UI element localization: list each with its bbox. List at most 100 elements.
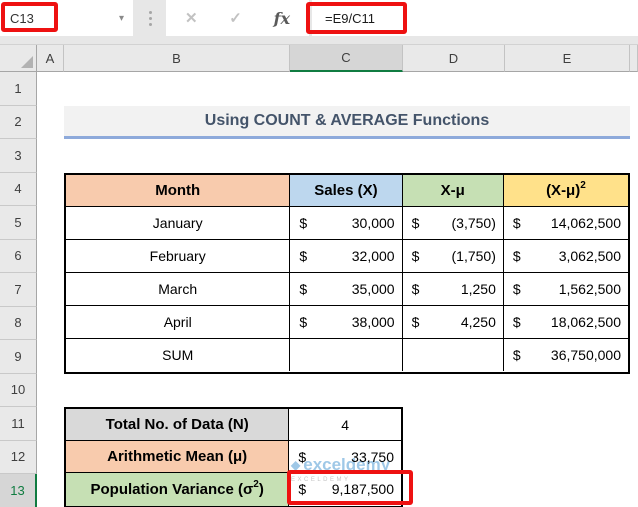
cell-value: 3,062,500 — [559, 248, 621, 264]
currency-symbol: $ — [298, 449, 306, 465]
cell-label: Arithmetic Mean (μ) — [107, 448, 247, 465]
row-header-12[interactable]: 12 — [0, 441, 37, 475]
cell-d6[interactable]: $(1,750) — [403, 240, 504, 273]
row-header-8[interactable]: 8 — [0, 307, 37, 341]
handle-dot — [149, 11, 152, 14]
column-header-d[interactable]: D — [403, 45, 505, 72]
cell-value: 32,000 — [352, 248, 395, 264]
cell-d5[interactable]: $ (3,750) — [403, 207, 504, 240]
currency-symbol: $ — [513, 314, 521, 330]
row-header-7[interactable]: 7 — [0, 273, 37, 307]
cell-b6[interactable]: February — [66, 240, 290, 273]
cell-value: 14,062,500 — [551, 215, 621, 231]
cell-d8[interactable]: $4,250 — [403, 306, 504, 339]
cell-e6[interactable]: $3,062,500 — [504, 240, 628, 273]
row-header-4[interactable]: 4 — [0, 173, 37, 207]
column-header-a[interactable]: A — [37, 45, 64, 72]
cell-c7[interactable]: $35,000 — [290, 273, 402, 306]
column-header-e[interactable]: E — [505, 45, 630, 72]
row-header-11[interactable]: 11 — [0, 407, 37, 441]
cell-value: March — [158, 281, 197, 297]
cell-b13[interactable]: Population Variance (σ2) — [66, 473, 289, 505]
row-header-2[interactable]: 2 — [0, 106, 37, 140]
excel-window: C13 ▾ ✕ ✓ fx =E9/C11 A B C D E 1 2 3 4 5 — [0, 0, 638, 507]
currency-symbol: $ — [513, 347, 521, 363]
cell-label: Population Variance (σ — [90, 481, 253, 498]
cell-b5[interactable]: January — [66, 207, 290, 240]
cell-c9[interactable] — [290, 339, 402, 372]
cell-d7[interactable]: $1,250 — [403, 273, 504, 306]
cell-b9[interactable]: SUM — [66, 339, 290, 372]
cell-b7[interactable]: March — [66, 273, 290, 306]
select-all-triangle-icon — [21, 56, 33, 68]
row-header-13[interactable]: 13 — [0, 474, 37, 507]
header-cell-month[interactable]: Month — [66, 175, 290, 208]
header-label: Month — [155, 182, 200, 199]
cell-value: 30,000 — [352, 215, 395, 231]
cell-value: 36,750,000 — [551, 347, 621, 363]
spreadsheet-grid: A B C D E 1 2 3 4 5 6 7 8 9 10 11 12 13 … — [0, 45, 638, 507]
page-title: Using COUNT & AVERAGE Functions — [205, 112, 489, 130]
currency-symbol: $ — [412, 314, 420, 330]
currency-symbol: $ — [513, 248, 521, 264]
handle-dot — [149, 17, 152, 20]
enter-icon[interactable]: ✓ — [229, 9, 242, 27]
cell-value: 1,562,500 — [559, 281, 621, 297]
cell-c12[interactable]: $33,750 — [289, 441, 401, 473]
cell-c11[interactable]: 4 — [289, 409, 401, 441]
cell-value: 35,000 — [352, 281, 395, 297]
currency-symbol: $ — [513, 215, 521, 231]
header-cell-deviation[interactable]: X-μ — [403, 175, 504, 208]
formula-buttons-panel: ✕ ✓ fx — [166, 0, 309, 36]
currency-symbol: $ — [299, 215, 307, 231]
formula-bar-drag-handle[interactable] — [137, 7, 163, 29]
cell-value: 18,062,500 — [551, 314, 621, 330]
cell-label: Total No. of Data (N) — [106, 416, 249, 433]
row-header-1[interactable]: 1 — [0, 72, 37, 106]
header-cell-sales[interactable]: Sales (X) — [290, 175, 402, 208]
currency-symbol: $ — [412, 215, 420, 231]
column-header-b[interactable]: B — [64, 45, 290, 72]
currency-symbol: $ — [299, 314, 307, 330]
select-all-button[interactable] — [0, 45, 37, 72]
annotation-box-name-box — [1, 2, 58, 32]
cell-b8[interactable]: April — [66, 306, 290, 339]
cell-value: April — [164, 314, 192, 330]
cell-e9[interactable]: $36,750,000 — [504, 339, 628, 372]
column-header-c[interactable]: C — [290, 45, 403, 72]
formula-toolbar: C13 ▾ ✕ ✓ fx =E9/C11 — [0, 0, 638, 45]
cell-value: (3,750) — [452, 215, 496, 231]
cell-d9[interactable] — [403, 339, 504, 372]
row-header-9[interactable]: 9 — [0, 340, 37, 374]
cell-label-suffix: ) — [259, 481, 264, 498]
header-superscript: 2 — [580, 180, 586, 191]
cell-c5[interactable]: $30,000 — [290, 207, 402, 240]
currency-symbol: $ — [513, 281, 521, 297]
header-cell-squared-deviation[interactable]: (X-μ)2 — [504, 175, 628, 208]
cell-value: 38,000 — [352, 314, 395, 330]
cell-b11[interactable]: Total No. of Data (N) — [66, 409, 289, 441]
cell-e8[interactable]: $18,062,500 — [504, 306, 628, 339]
main-table: Month Sales (X) X-μ (X-μ)2 January $30,0… — [64, 173, 630, 374]
cancel-icon[interactable]: ✕ — [185, 9, 198, 27]
cell-value: 33,750 — [351, 449, 394, 465]
row-header-5[interactable]: 5 — [0, 206, 37, 240]
cell-e7[interactable]: $1,562,500 — [504, 273, 628, 306]
row-header-6[interactable]: 6 — [0, 240, 37, 274]
handle-dot — [149, 23, 152, 26]
header-label: (X-μ) — [546, 182, 580, 199]
column-header-partial[interactable] — [630, 45, 638, 72]
insert-function-icon[interactable]: fx — [274, 9, 290, 28]
name-box-dropdown-icon[interactable]: ▾ — [119, 13, 124, 24]
cell-value: 4 — [341, 417, 349, 433]
cell-value: 4,250 — [461, 314, 496, 330]
title-cell[interactable]: Using COUNT & AVERAGE Functions — [64, 106, 630, 140]
cell-value: (1,750) — [452, 248, 496, 264]
row-header-10[interactable]: 10 — [0, 374, 37, 408]
cell-c6[interactable]: $32,000 — [290, 240, 402, 273]
cell-b12[interactable]: Arithmetic Mean (μ) — [66, 441, 289, 473]
row-header-3[interactable]: 3 — [0, 139, 37, 173]
cell-value: January — [153, 215, 203, 231]
cell-c8[interactable]: $38,000 — [290, 306, 402, 339]
cell-e5[interactable]: $14,062,500 — [504, 207, 628, 240]
